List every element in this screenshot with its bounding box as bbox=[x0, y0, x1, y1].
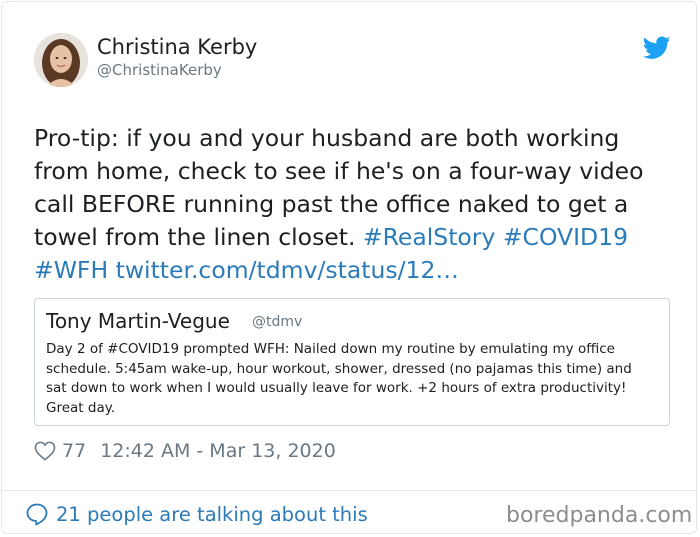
tweet-line-text: towel from the linen closet. bbox=[34, 223, 363, 251]
tweet-line: Pro-tip: if you and your husband are bot… bbox=[34, 124, 620, 152]
quoted-line: schedule. 5:45am wake-up, hour workout, … bbox=[46, 360, 632, 377]
quoted-author-handle: @tdmv bbox=[252, 314, 303, 330]
like-count[interactable]: 77 bbox=[62, 440, 86, 462]
author-handle[interactable]: @ChristinaKerby bbox=[97, 60, 222, 80]
status-url-link[interactable]: twitter.com/tdmv/status/12… bbox=[116, 256, 459, 284]
conversation-label: 21 people are talking about this bbox=[56, 502, 368, 526]
quoted-line: sat down to work when I would usually le… bbox=[46, 380, 627, 396]
heart-icon[interactable] bbox=[34, 441, 56, 461]
hashtag-covid19-link[interactable]: #COVID19 bbox=[503, 223, 628, 251]
avatar-photo bbox=[34, 33, 88, 87]
tweet-line: #WFH twitter.com/tdmv/status/12… bbox=[34, 254, 674, 287]
avatar[interactable] bbox=[34, 33, 88, 87]
author-name[interactable]: Christina Kerby bbox=[97, 33, 257, 61]
quoted-author-name: Tony Martin-Vegue bbox=[46, 309, 230, 333]
quoted-tweet[interactable]: Tony Martin-Vegue @tdmv Day 2 of #COVID1… bbox=[34, 298, 670, 426]
divider bbox=[2, 490, 696, 491]
tweet-line: towel from the linen closet. #RealStory … bbox=[34, 221, 674, 254]
hashtag-realstory-link[interactable]: #RealStory bbox=[363, 223, 495, 251]
tweet-line: from home, check to see if he's on a fou… bbox=[34, 157, 644, 185]
quoted-tweet-text: Day 2 of #COVID19 prompted WFH: Nailed d… bbox=[46, 340, 660, 418]
conversation-link[interactable]: 21 people are talking about this bbox=[25, 501, 368, 527]
quoted-line: Day 2 of #COVID19 prompted WFH: Nailed d… bbox=[46, 341, 615, 357]
timestamp-link[interactable]: 12:42 AM - Mar 13, 2020 bbox=[100, 440, 336, 462]
watermark: boredpanda.com bbox=[506, 503, 693, 528]
tweet-card: Christina Kerby @ChristinaKerby Pro-tip:… bbox=[1, 1, 697, 534]
tweet-text: Pro-tip: if you and your husband are bot… bbox=[34, 122, 674, 287]
hashtag-wfh-link[interactable]: #WFH bbox=[34, 256, 108, 284]
tweet-line: call BEFORE running past the office nake… bbox=[34, 190, 629, 218]
twitter-bird-icon[interactable] bbox=[643, 36, 671, 60]
quoted-line: Great day. bbox=[46, 399, 116, 416]
tweet-meta: 77 12:42 AM - Mar 13, 2020 bbox=[34, 438, 336, 464]
speech-bubble-icon bbox=[26, 503, 48, 526]
